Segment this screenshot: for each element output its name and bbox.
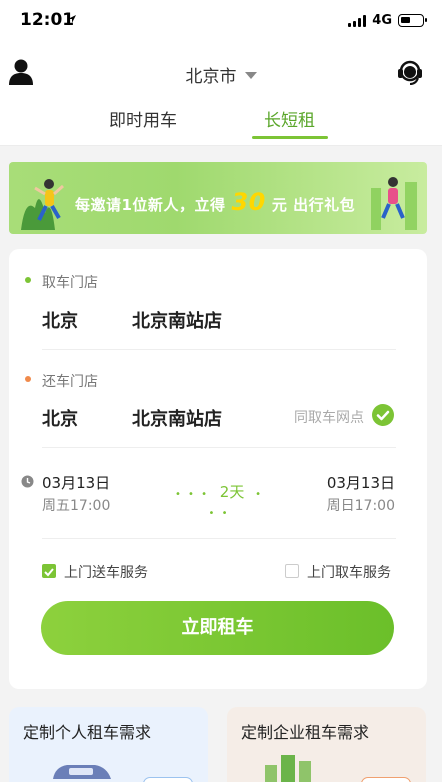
caret-down-icon — [244, 72, 257, 79]
network-type: 4G — [372, 13, 392, 28]
buildings-illustration — [265, 755, 311, 782]
enterprise-rental-card[interactable]: 定制企业租车需求 — [227, 707, 426, 782]
tab-bar: 即时用车 长短租 — [0, 102, 442, 144]
pickup-city[interactable]: 北京 — [42, 307, 78, 333]
pickup-service-label[interactable]: 上门取车服务 — [307, 562, 391, 582]
pickup-store[interactable]: 北京南站店 — [132, 307, 222, 333]
signal-icon — [348, 14, 367, 27]
personal-card-button — [143, 777, 193, 782]
promo-banner[interactable]: 每邀请1位新人，立得 30 元 出行礼包 — [9, 162, 427, 234]
tab-active-indicator — [252, 136, 328, 139]
tab-instant-rental[interactable]: 即时用车 — [109, 106, 177, 131]
car-illustration — [53, 765, 111, 779]
location-arrow-icon — [68, 15, 76, 23]
dropoff-dot — [25, 376, 31, 382]
header: 北京市 即时用车 长短租 — [0, 44, 442, 146]
delivery-checkbox[interactable] — [42, 564, 56, 578]
divider — [42, 349, 396, 350]
customer-service-icon[interactable] — [396, 58, 424, 86]
banner-amount: 30 — [231, 188, 266, 216]
dancer-illustration — [371, 177, 417, 230]
rent-now-button[interactable]: 立即租车 — [41, 601, 394, 655]
divider — [42, 538, 396, 539]
rental-form-card: 取车门店 北京 北京南站店 还车门店 北京 北京南站店 同取车网点 03月13日… — [9, 249, 427, 689]
banner-text: 每邀请1位新人，立得 30 元 出行礼包 — [75, 188, 355, 216]
dropoff-city[interactable]: 北京 — [42, 405, 78, 431]
check-icon — [44, 568, 54, 577]
personal-rental-card[interactable]: 定制个人租车需求 — [9, 707, 208, 782]
pickup-label: 取车门店 — [42, 275, 98, 291]
pickup-dot — [25, 277, 31, 283]
enterprise-rental-title: 定制企业租车需求 — [241, 723, 370, 742]
pickup-service-checkbox[interactable] — [285, 564, 299, 578]
city-name: 北京市 — [185, 67, 237, 87]
same-store-label[interactable]: 同取车网点 — [294, 407, 364, 427]
status-time: 12:01 — [20, 10, 75, 30]
end-date[interactable]: 03月13日 — [327, 472, 395, 493]
start-time[interactable]: 周五17:00 — [42, 495, 110, 515]
city-selector[interactable]: 北京市 — [0, 62, 442, 87]
divider — [42, 447, 396, 448]
tab-long-short-rental[interactable]: 长短租 — [264, 106, 315, 131]
status-bar: 12:01 4G — [0, 0, 442, 44]
personal-rental-title: 定制个人租车需求 — [23, 723, 152, 742]
dropoff-store[interactable]: 北京南站店 — [132, 405, 222, 431]
battery-icon — [398, 14, 427, 27]
status-right: 4G — [348, 13, 427, 28]
runner-illustration — [21, 179, 64, 230]
banner-text-pre: 每邀请1位新人，立得 — [75, 196, 226, 214]
rental-duration: • • • 2天 • • • — [174, 483, 264, 519]
delivery-label[interactable]: 上门送车服务 — [64, 562, 148, 582]
dropoff-label: 还车门店 — [42, 374, 98, 390]
end-time[interactable]: 周日17:00 — [327, 495, 395, 515]
start-date[interactable]: 03月13日 — [42, 472, 110, 493]
banner-text-post: 元 出行礼包 — [271, 196, 356, 214]
clock-icon — [21, 475, 34, 488]
enterprise-card-button — [361, 777, 411, 782]
check-circle-icon[interactable] — [372, 404, 394, 426]
duration-text: 2天 — [219, 483, 245, 501]
